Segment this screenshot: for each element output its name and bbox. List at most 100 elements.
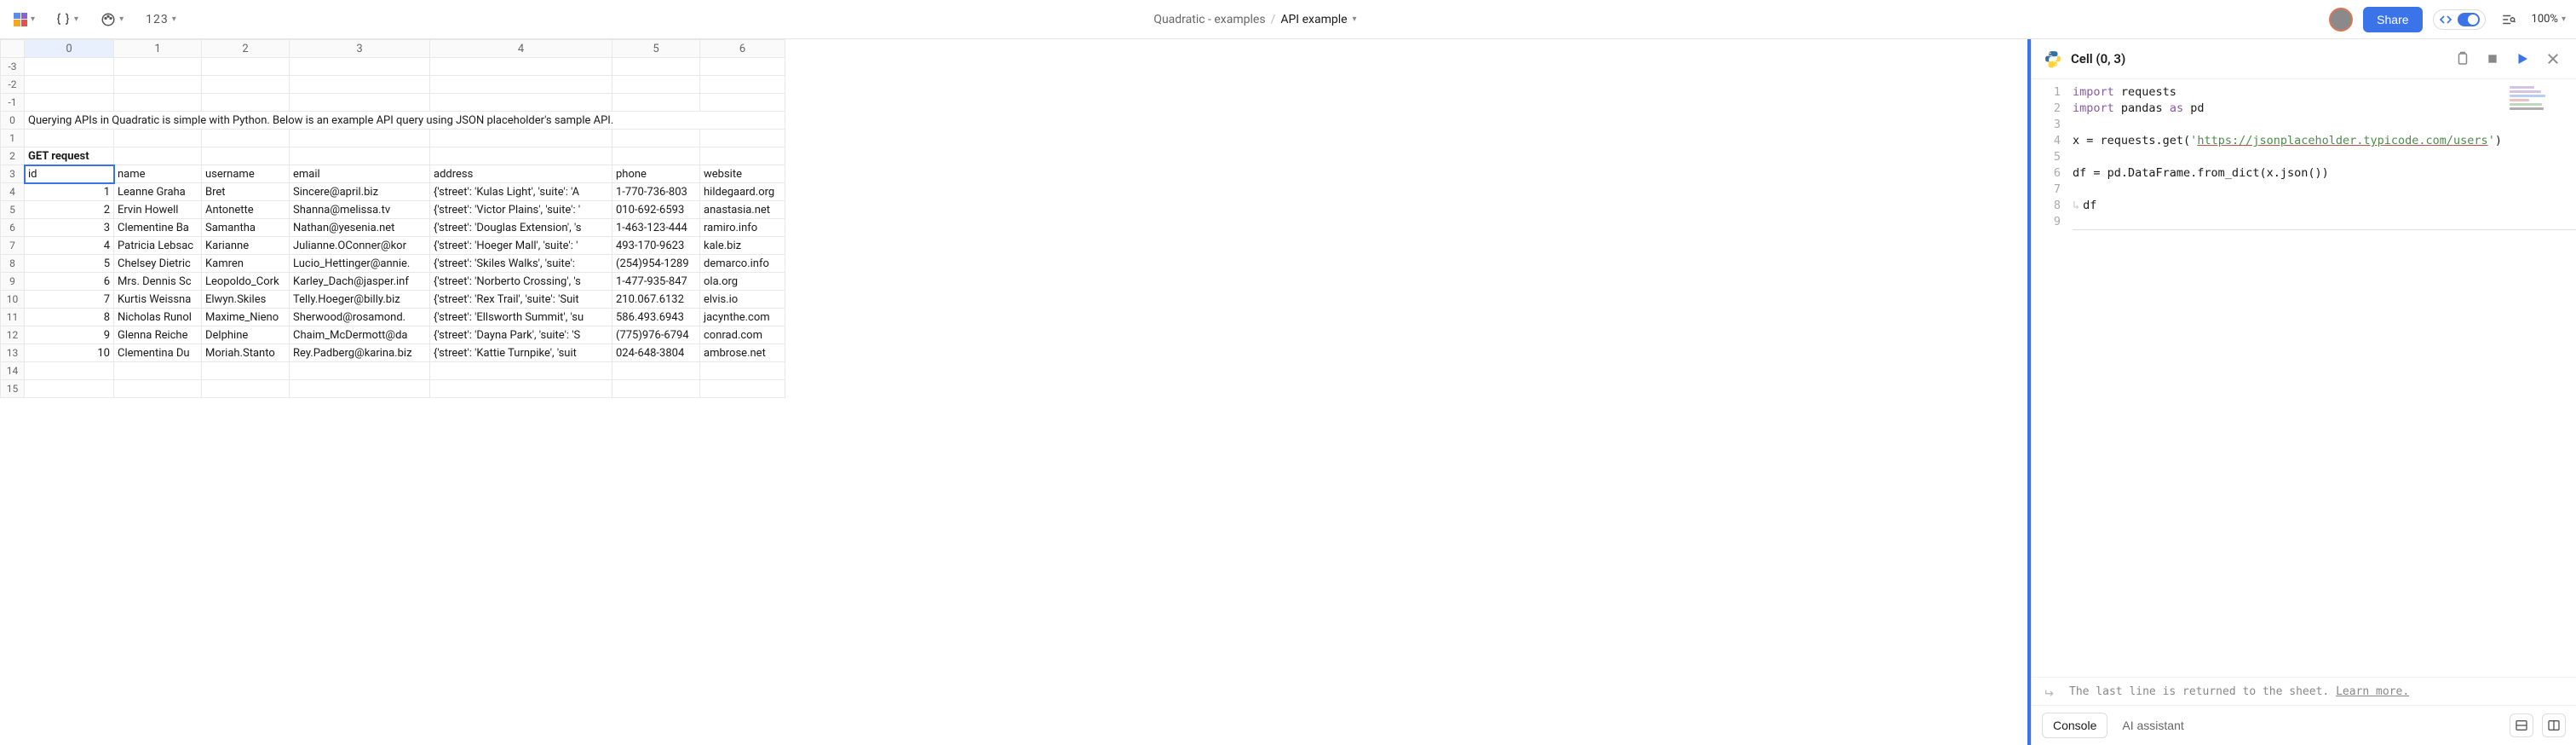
cell[interactable]: 010-692-6593: [612, 201, 700, 219]
cell[interactable]: 2: [25, 201, 114, 219]
cell[interactable]: [700, 94, 785, 112]
tab-ai-assistant[interactable]: AI assistant: [2111, 713, 2194, 738]
cell[interactable]: Lucio_Hettinger@annie.: [290, 255, 430, 273]
cell[interactable]: [430, 76, 612, 94]
cell[interactable]: ambrose.net: [700, 344, 785, 362]
avatar[interactable]: [2329, 8, 2353, 32]
cell[interactable]: Maxime_Nieno: [202, 309, 290, 326]
cell[interactable]: Nathan@yesenia.net: [290, 219, 430, 237]
cell[interactable]: [700, 147, 785, 165]
cell[interactable]: [430, 94, 612, 112]
cell[interactable]: [114, 147, 202, 165]
cell[interactable]: 7: [25, 291, 114, 309]
cell[interactable]: jacynthe.com: [700, 309, 785, 326]
cell[interactable]: 5: [25, 255, 114, 273]
column-header[interactable]: 4: [430, 40, 612, 58]
cell[interactable]: [25, 380, 114, 398]
cell[interactable]: Clementine Ba: [114, 219, 202, 237]
cell[interactable]: [25, 362, 114, 380]
cell[interactable]: Shanna@melissa.tv: [290, 201, 430, 219]
cell[interactable]: [202, 76, 290, 94]
editor-minimap[interactable]: [2510, 86, 2569, 120]
cell[interactable]: 6: [25, 273, 114, 291]
row-header[interactable]: 3: [1, 165, 25, 183]
row-header[interactable]: 8: [1, 255, 25, 273]
cell[interactable]: [25, 76, 114, 94]
cell[interactable]: email: [290, 165, 430, 183]
cell[interactable]: Nicholas Runol: [114, 309, 202, 326]
cell[interactable]: [290, 147, 430, 165]
cell[interactable]: 1-477-935-847: [612, 273, 700, 291]
cell[interactable]: [612, 76, 700, 94]
cell[interactable]: {'street': 'Skiles Walks', 'suite':: [430, 255, 612, 273]
stop-button[interactable]: [2482, 49, 2503, 69]
cell[interactable]: 4: [25, 237, 114, 255]
cell[interactable]: address: [430, 165, 612, 183]
cell[interactable]: [114, 130, 202, 147]
row-header[interactable]: -2: [1, 76, 25, 94]
cell[interactable]: [700, 130, 785, 147]
cell[interactable]: [290, 380, 430, 398]
cell[interactable]: Patricia Lebsac: [114, 237, 202, 255]
cell[interactable]: name: [114, 165, 202, 183]
cell[interactable]: 1: [25, 183, 114, 201]
cell[interactable]: Glenna Reiche: [114, 326, 202, 344]
code-cell-menu-button[interactable]: ▾: [50, 9, 83, 31]
row-header[interactable]: 12: [1, 326, 25, 344]
cell[interactable]: [612, 94, 700, 112]
cell[interactable]: 586.493.6943: [612, 309, 700, 326]
cell[interactable]: [430, 147, 612, 165]
row-header[interactable]: 10: [1, 291, 25, 309]
cell[interactable]: 9: [25, 326, 114, 344]
cell[interactable]: [700, 58, 785, 76]
zoom-control[interactable]: 100% ▾: [2532, 13, 2566, 26]
cell[interactable]: phone: [612, 165, 700, 183]
cell[interactable]: [430, 58, 612, 76]
row-header[interactable]: 1: [1, 130, 25, 147]
layout-horizontal-button[interactable]: [2510, 713, 2533, 737]
cell[interactable]: Telly.Hoeger@billy.biz: [290, 291, 430, 309]
cell[interactable]: conrad.com: [700, 326, 785, 344]
code-panel-toggle[interactable]: [2433, 9, 2486, 30]
row-header[interactable]: 6: [1, 219, 25, 237]
number-format-button[interactable]: 123 ▾: [141, 9, 181, 30]
cell[interactable]: anastasia.net: [700, 201, 785, 219]
find-button[interactable]: [2496, 9, 2521, 31]
cell[interactable]: [25, 130, 114, 147]
cell[interactable]: [202, 58, 290, 76]
breadcrumb-file[interactable]: API example: [1280, 13, 1347, 26]
column-header[interactable]: 2: [202, 40, 290, 58]
cell[interactable]: Elwyn.Skiles: [202, 291, 290, 309]
cell[interactable]: [612, 147, 700, 165]
cell[interactable]: Chelsey Dietric: [114, 255, 202, 273]
cell[interactable]: [430, 380, 612, 398]
cell[interactable]: Samantha: [202, 219, 290, 237]
cell[interactable]: [612, 130, 700, 147]
cell[interactable]: Moriah.Stanto: [202, 344, 290, 362]
cell[interactable]: [290, 94, 430, 112]
cell[interactable]: {'street': 'Ellsworth Summit', 'su: [430, 309, 612, 326]
breadcrumb-workspace[interactable]: Quadratic - examples: [1153, 13, 1265, 26]
cell[interactable]: elvis.io: [700, 291, 785, 309]
cell[interactable]: 1-770-736-803: [612, 183, 700, 201]
cell[interactable]: Chaim_McDermott@da: [290, 326, 430, 344]
cell[interactable]: [202, 380, 290, 398]
cell[interactable]: [114, 94, 202, 112]
cell[interactable]: 8: [25, 309, 114, 326]
row-header[interactable]: 5: [1, 201, 25, 219]
cell[interactable]: Clementina Du: [114, 344, 202, 362]
cell[interactable]: Delphine: [202, 326, 290, 344]
cell[interactable]: [290, 362, 430, 380]
chevron-down-icon[interactable]: ▾: [1353, 14, 1357, 24]
cell[interactable]: [25, 94, 114, 112]
cell[interactable]: GET request: [25, 147, 114, 165]
cell[interactable]: [114, 380, 202, 398]
cell[interactable]: [612, 58, 700, 76]
cell[interactable]: [202, 94, 290, 112]
cell[interactable]: {'street': 'Norberto Crossing', 's: [430, 273, 612, 291]
cell[interactable]: [114, 362, 202, 380]
column-header[interactable]: 6: [700, 40, 785, 58]
cell[interactable]: 1-463-123-444: [612, 219, 700, 237]
row-header[interactable]: 14: [1, 362, 25, 380]
spreadsheet-area[interactable]: 0123456 -3-2-10Querying APIs in Quadrati…: [0, 39, 2027, 745]
